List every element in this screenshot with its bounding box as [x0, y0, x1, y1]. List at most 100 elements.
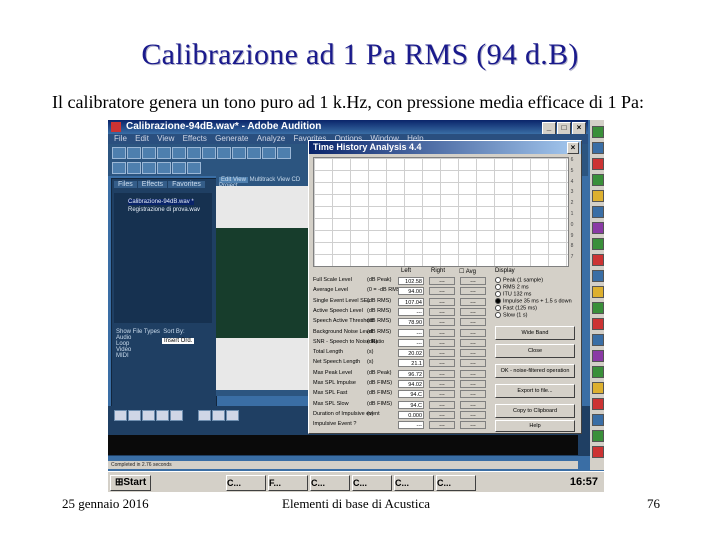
taskbar-task[interactable]: C... — [352, 475, 392, 491]
toolbar-button-icon[interactable] — [157, 147, 171, 159]
toolbar-button-icon[interactable] — [172, 162, 186, 174]
menu-analyze[interactable]: Analyze — [257, 134, 285, 143]
radio-icon — [495, 291, 501, 297]
zoom-full-icon[interactable] — [226, 410, 239, 421]
waveform-top[interactable] — [216, 186, 308, 228]
dock-app-icon[interactable] — [592, 318, 604, 330]
menu-view[interactable]: View — [157, 134, 174, 143]
file-item[interactable]: Registrazione di prova.wav — [128, 207, 200, 213]
display-option-peak[interactable]: Peak (1 sample) — [495, 277, 577, 284]
wide-band-button[interactable]: Wide Band — [495, 326, 575, 340]
measure-left-value: --- — [398, 328, 424, 337]
play-icon[interactable] — [128, 410, 141, 421]
display-label: Display — [495, 268, 515, 274]
sort-by-select[interactable]: Insert Ord. — [162, 338, 195, 344]
dock-app-icon[interactable] — [592, 174, 604, 186]
dock-app-icon[interactable] — [592, 334, 604, 346]
dock-app-icon[interactable] — [592, 158, 604, 170]
taskbar-task[interactable]: C... — [394, 475, 434, 491]
toolbar-button-icon[interactable] — [142, 147, 156, 159]
start-button[interactable]: ⊞Start — [110, 475, 152, 491]
zoom-out-icon[interactable] — [212, 410, 225, 421]
close-button[interactable]: Close — [495, 344, 575, 358]
measure-avg-value: --- — [460, 338, 486, 347]
display-option-slow[interactable]: Slow (1 s) — [495, 312, 577, 319]
toolbar-button-icon[interactable] — [172, 147, 186, 159]
file-type-midi[interactable]: MIDI — [116, 353, 212, 359]
toolbar-button-icon[interactable] — [187, 147, 201, 159]
display-option-itu[interactable]: ITU 132 ms — [495, 291, 577, 298]
toolbar-button-icon[interactable] — [127, 162, 141, 174]
stop-icon[interactable] — [114, 410, 127, 421]
status-bar: Completed in 2.76 seconds — [108, 461, 578, 469]
toolbar-button-icon[interactable] — [247, 147, 261, 159]
display-option-impulse[interactable]: Impulse 35 ms + 1.5 s down — [495, 298, 577, 305]
help-button[interactable]: Help — [495, 420, 575, 432]
scale-tick: 1 — [570, 210, 574, 217]
toolbar-button-icon[interactable] — [277, 147, 291, 159]
tab-multitrack-view[interactable]: Multitrack View — [250, 177, 290, 183]
menu-effects[interactable]: Effects — [183, 134, 207, 143]
taskbar-task[interactable]: F... — [268, 475, 308, 491]
dock-app-icon[interactable] — [592, 126, 604, 138]
dock-app-icon[interactable] — [592, 446, 604, 458]
avg-checkbox[interactable]: ☐ Avg — [459, 268, 476, 275]
dock-app-icon[interactable] — [592, 254, 604, 266]
taskbar-task[interactable]: C... — [436, 475, 476, 491]
tab-favorites[interactable]: Favorites — [168, 181, 205, 188]
toolbar-button-icon[interactable] — [127, 147, 141, 159]
tab-files[interactable]: Files — [114, 181, 137, 188]
column-avg-header: Avg — [465, 269, 476, 275]
pause-icon[interactable] — [142, 410, 155, 421]
measure-left-value: 94.02 — [398, 380, 424, 388]
dock-app-icon[interactable] — [592, 270, 604, 282]
dock-app-icon[interactable] — [592, 238, 604, 250]
toolbar-button-icon[interactable] — [112, 162, 126, 174]
waveform-bottom[interactable] — [216, 338, 308, 390]
dock-app-icon[interactable] — [592, 190, 604, 202]
menu-edit[interactable]: Edit — [135, 134, 149, 143]
dock-app-icon[interactable] — [592, 222, 604, 234]
tab-effects[interactable]: Effects — [137, 181, 168, 188]
display-option-label: Impulse 35 ms + 1.5 s down — [503, 298, 572, 305]
display-option-fast[interactable]: Fast (125 ms) — [495, 305, 577, 312]
waveform-display[interactable] — [216, 228, 308, 338]
dock-app-icon[interactable] — [592, 142, 604, 154]
menu-generate[interactable]: Generate — [215, 134, 248, 143]
dock-app-icon[interactable] — [592, 414, 604, 426]
dialog-close-icon[interactable]: × — [567, 142, 579, 154]
export-to-file-button[interactable]: Export to file... — [495, 384, 575, 398]
dock-app-icon[interactable] — [592, 286, 604, 298]
dock-app-icon[interactable] — [592, 430, 604, 442]
measure-avg-value: --- — [460, 359, 486, 368]
toolbar-button-icon[interactable] — [157, 162, 171, 174]
taskbar-task[interactable]: C... — [226, 475, 266, 491]
toolbar-button-icon[interactable] — [262, 147, 276, 159]
noise-filter-button[interactable]: OK - noise-filtered operation — [495, 364, 575, 378]
dock-app-icon[interactable] — [592, 350, 604, 362]
toolbar-button-icon[interactable] — [142, 162, 156, 174]
menu-file[interactable]: File — [114, 134, 127, 143]
play-looped-icon[interactable] — [156, 410, 169, 421]
dock-app-icon[interactable] — [592, 382, 604, 394]
toolbar-button-icon[interactable] — [217, 147, 231, 159]
dock-app-icon[interactable] — [592, 366, 604, 378]
measure-unit: (s) — [367, 410, 374, 417]
record-icon[interactable] — [170, 410, 183, 421]
toolbar-button-icon[interactable] — [187, 162, 201, 174]
copy-to-clipboard-button[interactable]: Copy to Clipboard — [495, 404, 575, 418]
taskbar-task[interactable]: C... — [310, 475, 350, 491]
dock-app-icon[interactable] — [592, 398, 604, 410]
dock-app-icon[interactable] — [592, 206, 604, 218]
quick-launch-dock — [590, 120, 604, 470]
page-number: 76 — [647, 496, 660, 511]
toolbar-button-icon[interactable] — [232, 147, 246, 159]
measure-right-value: --- — [429, 390, 455, 399]
taskbar: ⊞Start C... F... C... C... C... C... 16:… — [108, 471, 604, 492]
zoom-in-icon[interactable] — [198, 410, 211, 421]
toolbar-button-icon[interactable] — [112, 147, 126, 159]
display-option-rms[interactable]: RMS 2 ms — [495, 284, 577, 291]
dock-app-icon[interactable] — [592, 302, 604, 314]
file-item[interactable]: Calibrazione-94dB.wav * — [128, 199, 194, 205]
toolbar-button-icon[interactable] — [202, 147, 216, 159]
